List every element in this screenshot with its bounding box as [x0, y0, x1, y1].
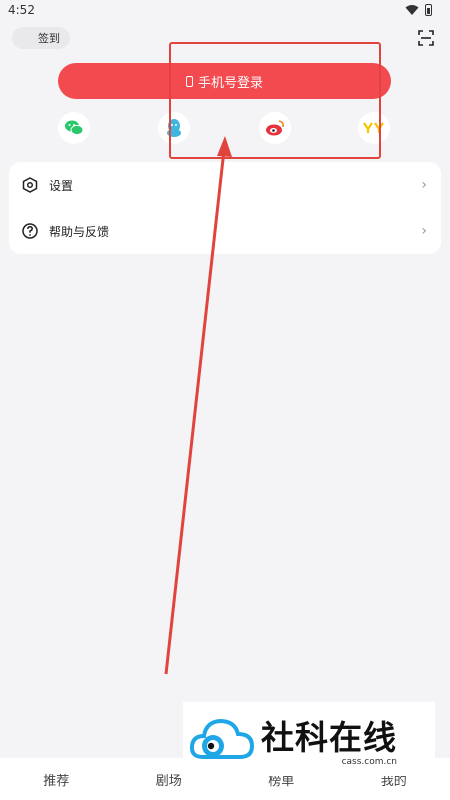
watermark-url: cass.com.cn — [341, 757, 397, 767]
watermark-title: 社科在线 — [261, 718, 397, 757]
watermark: 社科在线 cass.com.cn — [183, 702, 435, 776]
annotation-arrow — [164, 136, 232, 675]
cloud-logo-icon — [189, 718, 255, 759]
